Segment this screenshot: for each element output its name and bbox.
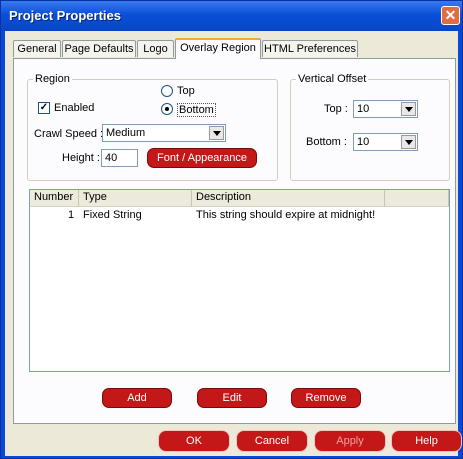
tab-label: HTML Preferences [264, 43, 356, 55]
region-legend: Region [35, 73, 70, 85]
radio-bottom-label: Bottom [177, 103, 216, 117]
project-properties-window: Project Properties ✕ General Page Defaul… [0, 0, 463, 459]
crawl-speed-select[interactable]: Medium [102, 124, 226, 142]
help-button[interactable]: Help [391, 430, 462, 452]
chevron-down-icon[interactable] [401, 102, 416, 116]
enabled-checkbox[interactable]: ✓ [38, 102, 50, 114]
overlay-list[interactable]: Number Type Description 1 Fixed String T… [29, 189, 450, 372]
dialog-footer: OK Cancel Apply Help [5, 425, 462, 456]
list-header: Number Type Description [30, 190, 449, 207]
radio-top-label: Top [177, 85, 195, 97]
tab-html-preferences[interactable]: HTML Preferences [262, 40, 358, 57]
tab-general[interactable]: General [13, 40, 61, 57]
chevron-down-icon[interactable] [209, 126, 224, 140]
tab-overlay-region[interactable]: Overlay Region [175, 38, 261, 59]
crawl-speed-value: Medium [106, 127, 146, 139]
offset-bottom-select[interactable]: 10 [353, 133, 418, 151]
title-bar[interactable]: Project Properties ✕ [1, 1, 462, 31]
height-label: Height : [62, 152, 100, 164]
tab-page-defaults[interactable]: Page Defaults [62, 40, 136, 57]
close-icon: ✕ [444, 7, 457, 23]
vertical-offset-group: Vertical Offset [290, 73, 450, 181]
window-title: Project Properties [9, 8, 121, 23]
column-description[interactable]: Description [192, 190, 385, 206]
offset-top-label: Top : [324, 103, 348, 115]
checkmark-icon: ✓ [39, 102, 49, 113]
offset-bottom-value: 10 [357, 136, 370, 148]
chevron-down-icon[interactable] [401, 135, 416, 149]
column-type[interactable]: Type [79, 190, 192, 206]
tab-label: Overlay Region [180, 42, 256, 54]
offset-bottom-label: Bottom : [306, 136, 347, 148]
row-number: 1 [68, 209, 75, 221]
row-description: This string should expire at midnight! [196, 209, 376, 221]
tab-label: General [17, 43, 57, 55]
tab-logo[interactable]: Logo [137, 40, 174, 57]
vertical-offset-legend: Vertical Offset [298, 73, 367, 85]
row-type: Fixed String [83, 209, 142, 221]
enabled-label: Enabled [54, 102, 95, 114]
crawl-speed-label: Crawl Speed : [34, 128, 104, 140]
offset-top-value: 10 [357, 103, 370, 115]
cancel-button[interactable]: Cancel [236, 430, 308, 452]
height-input[interactable]: 40 [101, 149, 138, 167]
ok-button[interactable]: OK [158, 430, 230, 452]
edit-button[interactable]: Edit [197, 388, 267, 408]
offset-top-select[interactable]: 10 [353, 100, 418, 118]
radio-top[interactable] [161, 85, 173, 97]
remove-button[interactable]: Remove [291, 388, 361, 408]
column-filler [385, 190, 449, 206]
tab-label: Page Defaults [64, 43, 134, 55]
dialog-client: General Page Defaults Logo Overlay Regio… [5, 31, 458, 425]
add-button[interactable]: Add [102, 388, 172, 408]
apply-button[interactable]: Apply [314, 430, 386, 452]
tab-label: Logo [143, 43, 168, 55]
column-number[interactable]: Number [30, 190, 79, 206]
font-appearance-button[interactable]: Font / Appearance [147, 148, 257, 168]
height-value: 40 [105, 152, 118, 164]
close-button[interactable]: ✕ [441, 6, 460, 25]
radio-bottom[interactable] [161, 103, 173, 115]
